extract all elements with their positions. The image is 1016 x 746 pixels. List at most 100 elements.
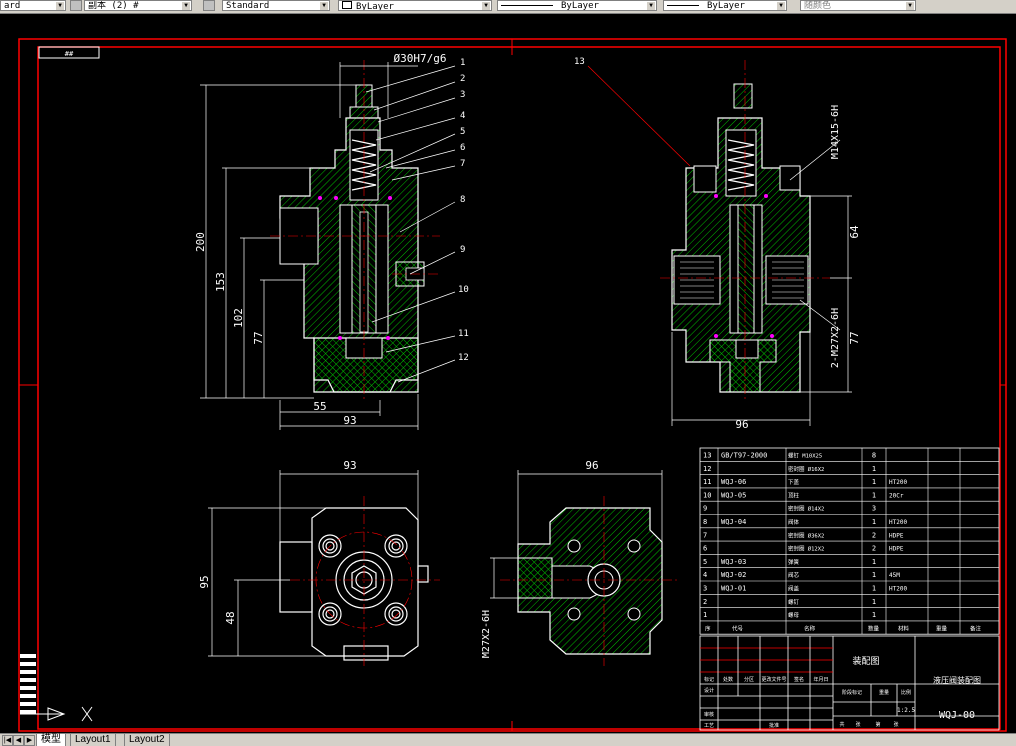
lineweight-select[interactable]: ByLayer ▼ [663,0,787,11]
callout-10: 10 [458,285,469,295]
label-sheets: 张 [855,721,860,728]
dim-77: 77 [252,331,265,344]
front-section-view [270,60,440,400]
bom-material: HDPE [889,546,904,553]
layer-value: ByLayer [356,2,394,11]
chevron-down-icon: ▼ [320,2,328,10]
tab-layout2[interactable]: Layout2 [124,734,170,746]
bom-name: 顶柱 [788,491,800,499]
bom-name: 阀盖 [788,585,800,593]
bom-name: 密封圈 Ø12X2 [788,545,824,553]
bom-material: HT200 [889,519,907,526]
bom-name: 下盖 [788,478,800,486]
linetype-select[interactable]: ByLayer ▼ [497,0,657,11]
label-zone: 分区 [744,676,754,683]
bom-name: 密封圈 Ø36X2 [788,531,824,539]
text-style-select[interactable]: ard ▼ [0,0,66,11]
chevron-down-icon: ▼ [182,2,190,10]
text-style-value: ard [4,1,21,11]
bom-no: 9 [703,505,707,513]
bom-qty: 2 [872,545,876,553]
bom-header-note: 备注 [970,624,982,632]
layer-color-select[interactable]: ByLayer ▼ [338,0,492,11]
bom-no: 6 [703,545,707,553]
bom-qty: 1 [872,585,876,593]
bom-material: 45M [889,572,900,579]
bom-no: 13 [703,452,711,460]
label-scale: 比例 [901,689,911,696]
side-section-view [660,60,830,400]
dim-bottom-96: 96 [585,459,598,472]
bom-name: 密封圈 Ø14X2 [788,505,824,513]
bom-material: 20Cr [889,492,904,499]
dim-fit: Ø30H7/g6 [394,52,447,65]
bom-material: HT200 [889,586,907,593]
drawing-canvas[interactable]: ## Ø30H7/g6 200 153 102 77 55 93 1 2 3 4… [0,14,1016,733]
dim-102: 102 [232,308,245,328]
callout-5: 5 [460,127,465,137]
tab-layout1[interactable]: Layout1 [70,734,116,746]
outer-frame [18,38,1007,732]
bom-no: 5 [703,558,707,566]
label-count: 处数 [723,676,733,683]
callout-12: 12 [458,353,469,363]
dim-style-icon[interactable] [70,0,82,11]
tab-first-button[interactable]: |◀ [2,735,13,746]
bom-qty: 2 [872,531,876,539]
properties-toolbar: ard ▼ 副本 (2) # ▼ Standard ▼ ByLayer ▼ ByLaye… [0,0,1016,14]
bom-qty: 1 [872,491,876,499]
bom-no: 1 [703,611,707,619]
label-design: 设计 [704,687,714,694]
callout-4: 4 [460,111,465,121]
layout-tab-bar: |◀ ◀ ▶ 模型 Layout1 Layout2 [0,733,1016,746]
bom-no: 12 [703,465,711,473]
bottom-view [500,496,680,666]
bom-qty: 1 [872,558,876,566]
dim-93: 93 [343,414,356,427]
dim-style-select[interactable]: 副本 (2) # ▼ [84,0,192,11]
label-stage: 阶段标记 [842,689,862,696]
tab-next-button[interactable]: ▶ [24,735,35,746]
dim-2m27: 2-M27X2-6H [830,308,841,368]
bom-no: 7 [703,531,707,539]
bom-code: WQJ-02 [721,571,746,579]
label-mark: 标记 [704,676,714,683]
table-style-icon[interactable] [203,0,215,11]
line-sample [501,5,553,6]
callout-11: 11 [458,329,469,339]
chevron-down-icon: ▼ [482,2,490,10]
bom-no: 11 [703,478,711,486]
bom-name: 密封圈 Ø16X2 [788,465,824,473]
bom-name: 螺母 [788,611,800,619]
bom-code: WQJ-03 [721,558,746,566]
bom-qty: 3 [872,505,876,513]
dim-95: 95 [198,575,211,588]
drawing-number: WQJ-00 [939,710,975,721]
bom-name: 阀芯 [788,571,800,579]
plot-style-select[interactable]: 随颜色 ▼ [800,0,916,11]
bom-qty: 1 [872,465,876,473]
callout-7: 7 [460,159,465,169]
ucs-icon [20,654,93,722]
tab-prev-button[interactable]: ◀ [13,735,24,746]
label-approve: 批准 [769,722,779,729]
bom-no: 3 [703,585,707,593]
dim-64: 64 [848,225,861,239]
label-process: 工艺 [704,723,714,729]
plot-style-value: 随颜色 [804,1,832,11]
bom-material: HDPE [889,532,904,539]
bom-header-no: 序 [705,624,711,632]
bom-header-qty: 数量 [868,624,880,632]
scale-value: 1:2.5 [897,707,915,714]
bom-qty: 8 [872,452,876,460]
bom-name: 阀体 [788,518,800,526]
bom-qty: 1 [872,478,876,486]
bom-code: WQJ-01 [721,585,746,593]
tab-model[interactable]: 模型 [36,734,66,746]
table-style-select[interactable]: Standard ▼ [222,0,330,11]
bom-code: GB/T97-2000 [721,452,767,460]
callout-3: 3 [460,90,465,100]
callout-13: 13 [574,57,585,67]
callout-6: 6 [460,143,465,153]
bom-header-material: 材料 [898,624,910,632]
